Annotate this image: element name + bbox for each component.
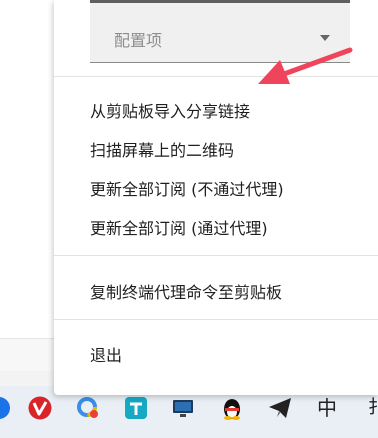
telegram-icon[interactable] (267, 395, 293, 421)
annotation-arrow-icon (258, 47, 353, 84)
menu-divider (54, 255, 378, 256)
taskbar-clipped-item: 扌 (368, 397, 378, 418)
chevron-down-icon[interactable] (320, 35, 330, 41)
menu-item-import-from-clipboard[interactable]: 从剪贴板导入分享链接 (90, 98, 250, 122)
ime-chinese-indicator[interactable]: 中 (312, 395, 342, 421)
menu-item-scan-qr-code[interactable]: 扫描屏幕上的二维码 (90, 137, 234, 161)
red-shield-app-icon[interactable] (27, 395, 53, 421)
qq-penguin-icon[interactable] (219, 395, 245, 421)
teal-cloud-app-icon[interactable] (123, 395, 149, 421)
menu-divider (54, 319, 378, 320)
desktop-background-left (0, 0, 55, 338)
menu-item-update-subscriptions-direct[interactable]: 更新全部订阅 (不通过代理) (90, 176, 284, 200)
monitor-app-icon[interactable] (170, 395, 196, 421)
menu-item-copy-terminal-proxy-command[interactable]: 复制终端代理命令至剪贴板 (90, 279, 282, 303)
config-select-label: 配置项 (114, 31, 163, 50)
menu-item-exit[interactable]: 退出 (90, 342, 122, 366)
blue-app-icon[interactable] (0, 395, 12, 421)
colorful-circle-app-icon[interactable] (75, 395, 101, 421)
select-top-border (90, 0, 350, 3)
menu-item-update-subscriptions-proxy[interactable]: 更新全部订阅 (通过代理) (90, 215, 268, 239)
desktop-background-strip (0, 338, 54, 371)
